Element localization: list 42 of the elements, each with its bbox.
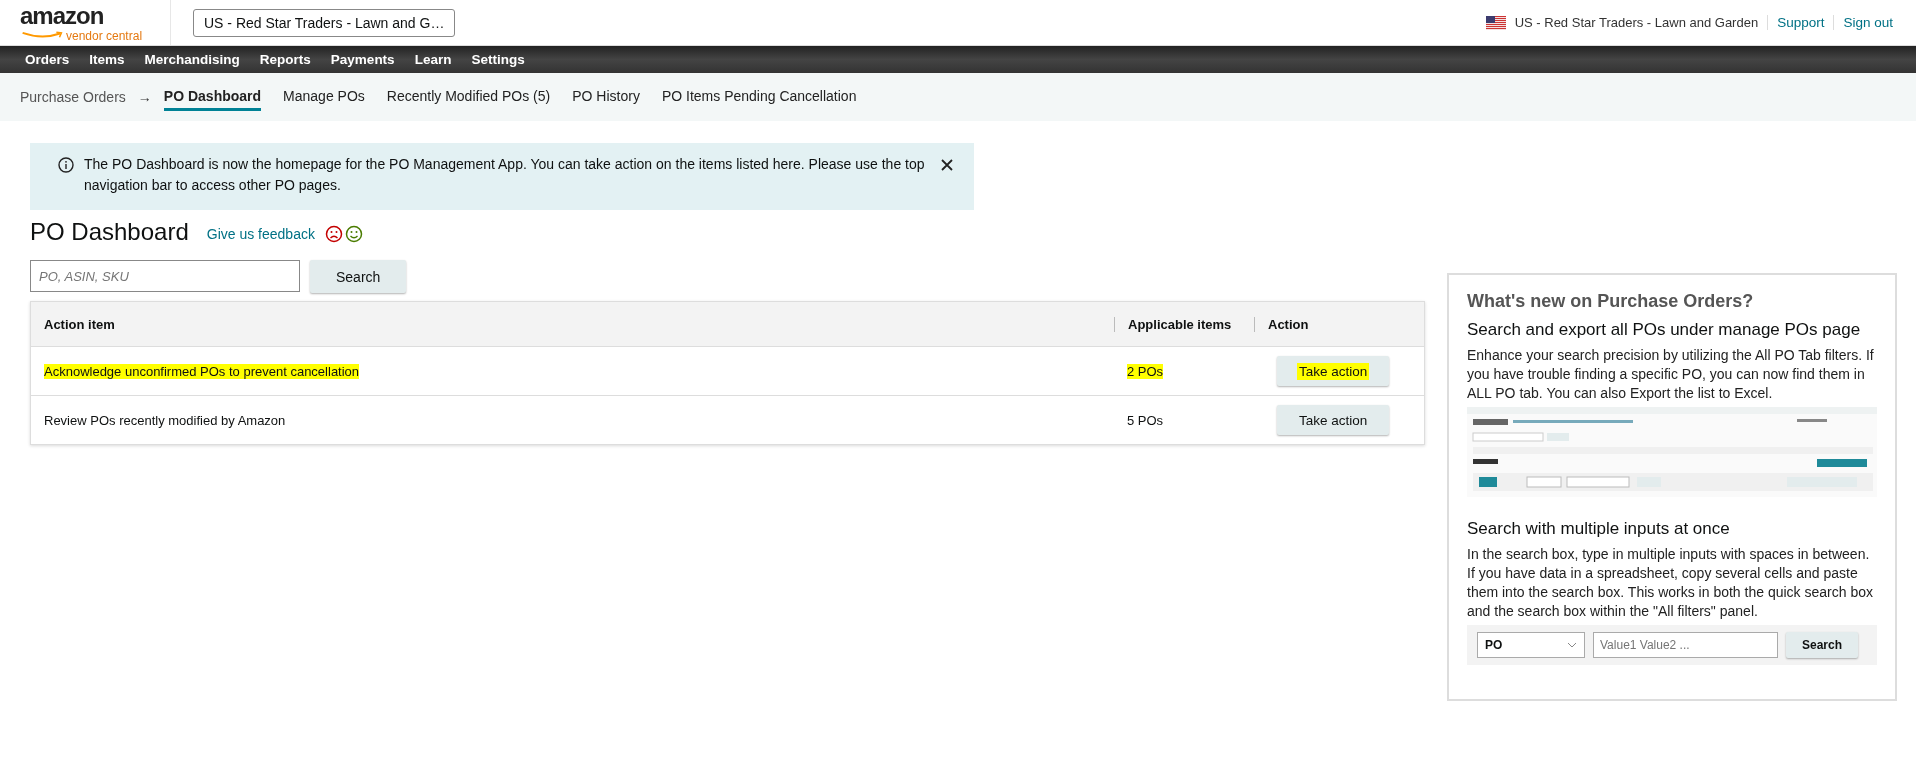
- breadcrumb-arrow: →: [137, 89, 152, 105]
- header-link[interactable]: Support: [1768, 15, 1834, 30]
- logo-product-name: vendor central: [66, 28, 143, 43]
- section-heading: Search with multiple inputs at once: [1467, 519, 1731, 539]
- search-button[interactable]: Search: [310, 260, 407, 293]
- sub-nav-tab[interactable]: PO Items Pending Cancellation: [661, 83, 857, 111]
- sub-nav-tab[interactable]: Manage POs: [283, 83, 365, 111]
- feedback-link[interactable]: Give us feedback: [206, 226, 315, 242]
- nav-item[interactable]: Reports: [249, 52, 321, 67]
- values-field[interactable]: Value1 Value2 ...: [1593, 632, 1778, 658]
- nav-item[interactable]: Items: [79, 52, 135, 67]
- field-selector[interactable]: PO: [1477, 632, 1585, 658]
- account-name: US - Red Star Traders - Lawn and Garden: [1514, 15, 1769, 30]
- header-link[interactable]: Sign out: [1833, 15, 1902, 30]
- search-field[interactable]: PO, ASIN, SKU: [30, 260, 300, 292]
- take-action-button[interactable]: Take action: [1277, 356, 1390, 386]
- sub-nav-tab[interactable]: PO Dashboard: [163, 83, 262, 111]
- section-body: Enhance your search precision by utilizing the All PO Tab filters. If you have trouble finding a specific PO, you can now find them in ALL PO tab. You can also Export the list to Excel.: [1467, 346, 1875, 403]
- section-heading: Search and export all POs under manage POs page: [1467, 320, 1862, 340]
- search-button[interactable]: Search: [1786, 632, 1859, 658]
- applicable-items-count: 2 POs: [1127, 363, 1164, 379]
- nav-item[interactable]: Merchandising: [134, 52, 250, 67]
- breadcrumb-link[interactable]: Purchase Orders: [20, 89, 126, 105]
- column-header: Action item: [43, 316, 116, 332]
- nav-item[interactable]: Settings: [461, 52, 535, 67]
- sub-nav-tab[interactable]: Recently Modified POs (5): [386, 83, 551, 111]
- nav-item[interactable]: Learn: [404, 52, 462, 67]
- column-header: Action: [1254, 316, 1424, 332]
- applicable-items-count: 5 POs: [1127, 412, 1164, 428]
- nav-item[interactable]: Payments: [320, 52, 405, 67]
- account-selector[interactable]: US - Red Star Traders - Lawn and G…: [193, 8, 456, 37]
- nav-item[interactable]: Orders: [15, 52, 80, 67]
- action-item-text: Review POs recently modified by Amazon: [44, 412, 286, 428]
- banner-message: The PO Dashboard is now the homepage for the PO Management App. You can take action on the items listed here. Please use the top navigation bar to access other PO pages.: [84, 155, 926, 195]
- column-header: Applicable items: [1114, 316, 1254, 332]
- action-item-text: Acknowledge unconfirmed POs to prevent cancellation: [44, 363, 360, 379]
- page-title: PO Dashboard: [30, 218, 189, 246]
- panel-title: What's new on Purchase Orders?: [1467, 291, 1755, 312]
- take-action-button[interactable]: Take action: [1277, 405, 1390, 435]
- section-body: In the search box, type in multiple inputs with spaces in between. If you have data in a spreadsheet, copy several cells and paste them into the search box. This works in both the quick search box and the search box within the "All filters" panel.: [1467, 545, 1874, 621]
- sub-nav-tab[interactable]: PO History: [572, 83, 640, 111]
- logo-wordmark: amazon: [20, 2, 104, 29]
